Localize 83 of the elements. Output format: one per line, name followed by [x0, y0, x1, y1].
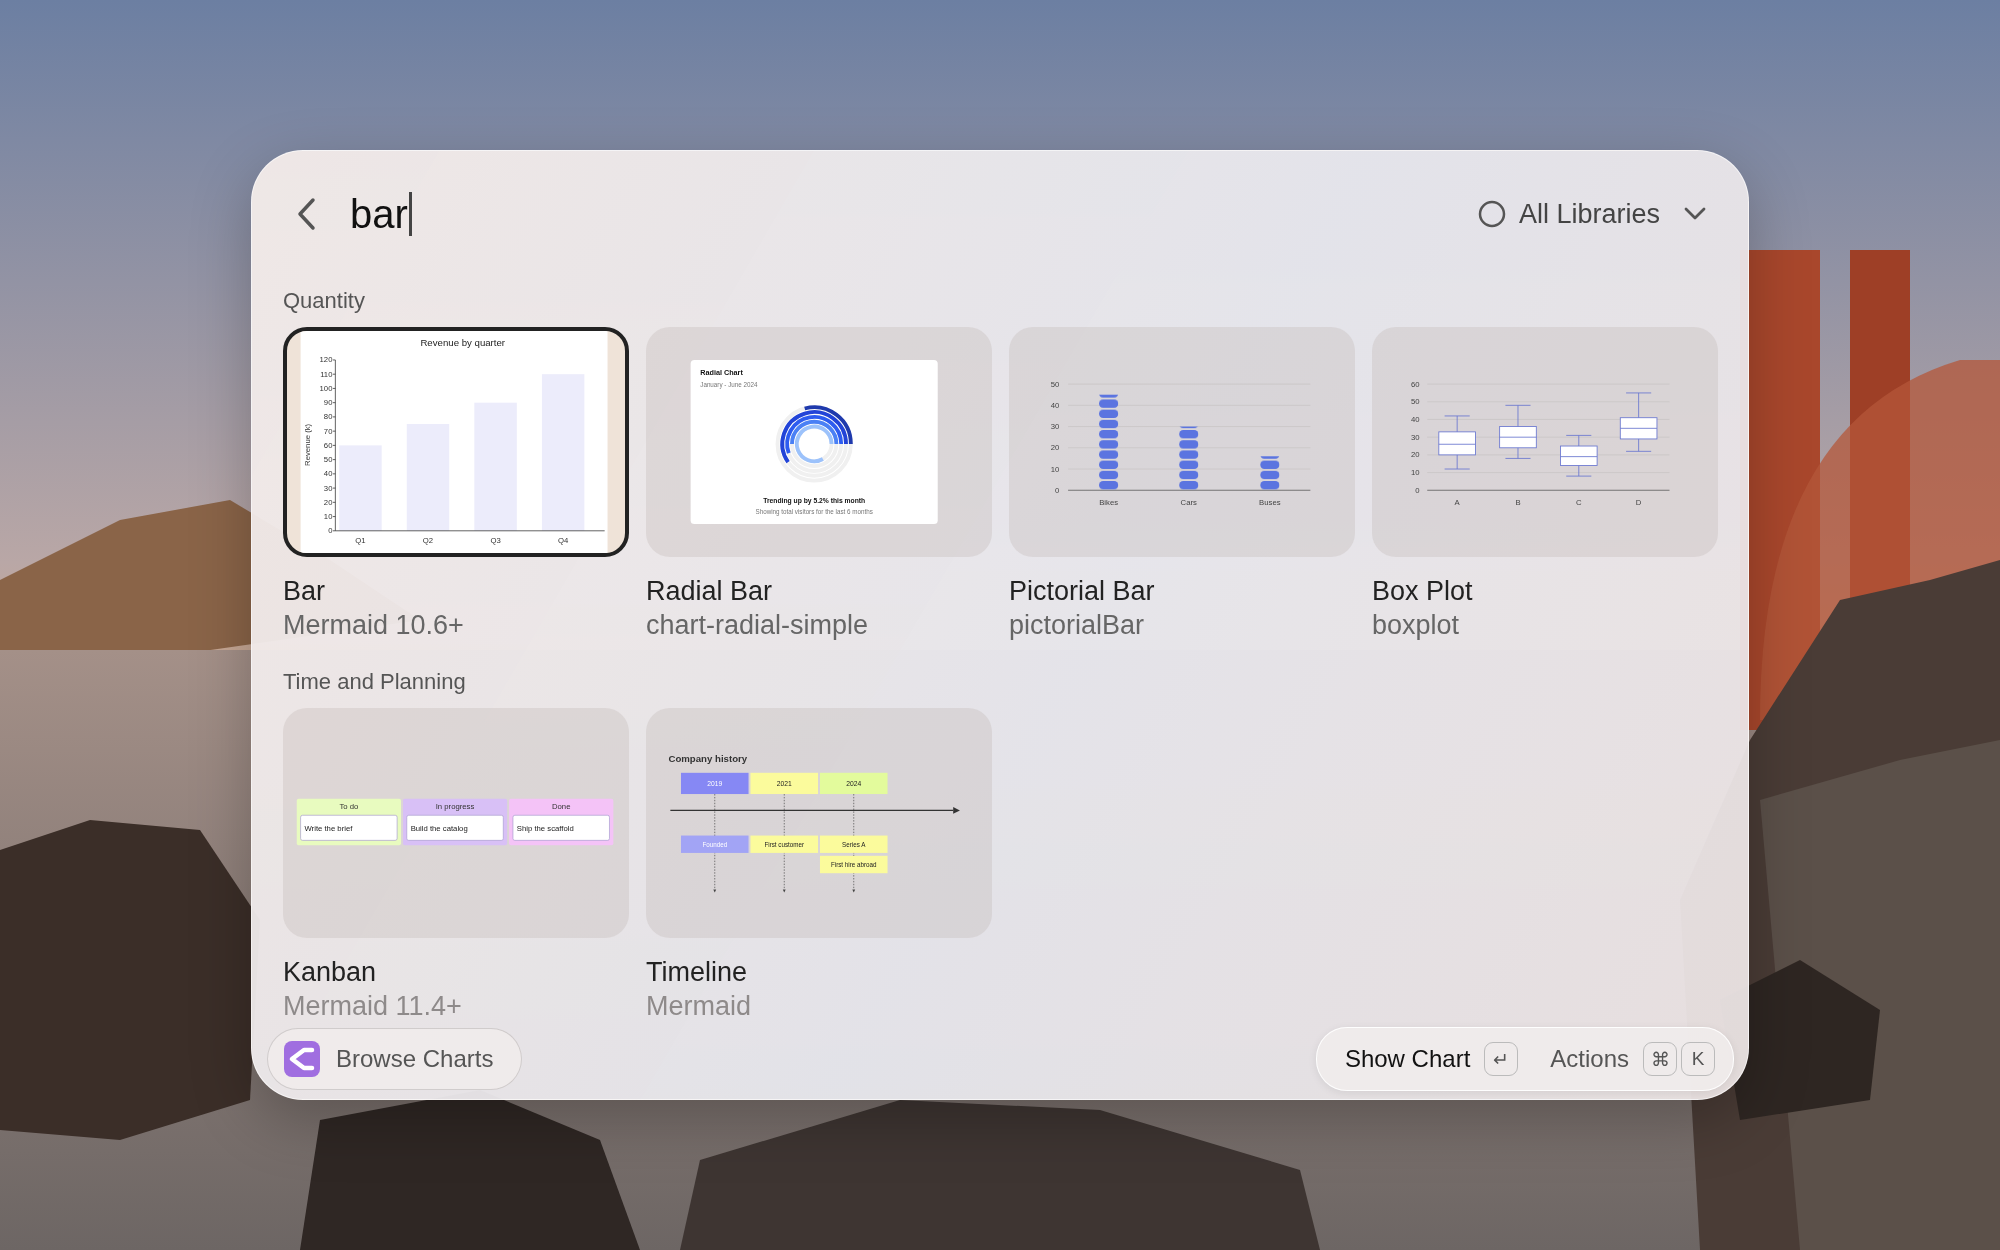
column-title: Done — [552, 802, 571, 812]
library-name: Mermaid 11.4+ — [283, 991, 463, 1021]
tick-label: Q3 — [490, 536, 501, 546]
keycap: ↵ — [1484, 1042, 1519, 1076]
tick-label: 80 — [323, 412, 333, 422]
tick-label: Q2 — [422, 536, 434, 546]
chart-name: Box Plot — [1372, 575, 1474, 608]
chart-thumbnail[interactable]: 0 10 20 30 40 50 Bikes Cars Buses — [1009, 327, 1355, 557]
tick-label: 60 — [323, 440, 333, 450]
tick-label: C — [1576, 497, 1582, 507]
tick-label: 30 — [1410, 432, 1420, 442]
library-name: boxplot — [1372, 610, 1461, 640]
tick-label: 30 — [323, 483, 333, 493]
chart-thumbnail[interactable]: 0 10 20 30 40 50 60 A B C D — [1372, 327, 1718, 557]
timeline-title: Company history — [668, 753, 748, 765]
chart-thumbnail[interactable]: Revenue by quarter Revenue (k) 0 10 20 30 40 50 60 70 80 90 100 110 120 Q1 Q2 Q3 Q4 — [283, 327, 629, 557]
tick-label: 40 — [1050, 400, 1060, 410]
tick-label: B — [1515, 497, 1521, 507]
tick-label: 50 — [323, 455, 333, 465]
tick-label: 100 — [319, 383, 333, 393]
tick-label: Cars — [1180, 497, 1197, 507]
browse-charts-button[interactable]: Browse Charts — [267, 1028, 523, 1090]
tick-label: 10 — [1050, 464, 1060, 474]
library-name: Mermaid — [646, 991, 753, 1021]
column-title: To do — [339, 802, 359, 812]
tick-label: 30 — [1050, 422, 1060, 432]
tick-label: 0 — [328, 526, 333, 536]
axis-label: Revenue (k) — [303, 423, 313, 466]
show-chart-button[interactable]: Show Chart ↵ — [1316, 1028, 1537, 1090]
box-whisker — [1499, 404, 1537, 459]
tick-label: 40 — [323, 469, 333, 479]
section-title: Time and Planning — [283, 668, 467, 696]
app-icon — [284, 1041, 320, 1077]
tick-label: Bikes — [1099, 497, 1119, 507]
chart-name: Radial Bar — [646, 575, 774, 608]
column-title: In progress — [435, 802, 475, 812]
tick-label: Q4 — [558, 536, 569, 546]
chevron-left-icon — [297, 197, 317, 231]
section-title: Quantity — [283, 287, 366, 315]
tick-label: Q1 — [355, 536, 366, 546]
tick-label: 60 — [1410, 379, 1420, 389]
tick-label: 120 — [319, 355, 333, 365]
tick-label: 40 — [1410, 415, 1420, 424]
chart-name: Timeline — [646, 956, 749, 989]
keycap: ⌘ — [1643, 1042, 1677, 1076]
tick-label: 0 — [1415, 485, 1420, 495]
library-name: Mermaid 10.6+ — [283, 610, 465, 640]
tick-label: A — [1454, 497, 1460, 507]
keycap: K — [1681, 1042, 1715, 1076]
card-text: Build the catalog — [410, 823, 468, 833]
chart-name: Pictorial Bar — [1009, 575, 1156, 608]
pictorial-bar — [1179, 426, 1199, 491]
tick-label: D — [1635, 497, 1642, 507]
tick-label: 10 — [323, 512, 333, 522]
card-text: Ship the scaffold — [516, 823, 574, 833]
circle-icon — [1476, 199, 1507, 229]
tick-label: 10 — [1410, 468, 1420, 478]
tick-label: Buses — [1259, 497, 1281, 507]
chart-name: Kanban — [283, 956, 378, 989]
search-field[interactable]: bar — [350, 186, 1477, 242]
actions-button[interactable]: Actions ⌘ K — [1536, 1028, 1733, 1090]
tick-label: 20 — [1410, 450, 1420, 460]
library-name: chart-radial-simple — [646, 610, 870, 640]
tick-label: 50 — [1050, 379, 1060, 389]
library-name: pictorialBar — [1009, 610, 1146, 640]
chart-title: Revenue by quarter — [420, 337, 506, 349]
tick-label: 90 — [323, 398, 333, 408]
tick-label: 50 — [1410, 397, 1420, 407]
tick-label: 20 — [1050, 443, 1060, 453]
box-whisker — [1619, 392, 1658, 452]
tick-label: 110 — [320, 369, 333, 379]
library-dropdown[interactable]: All Libraries — [1476, 198, 1708, 230]
card-text: Write the brief — [304, 823, 353, 833]
tick-label: 0 — [1055, 485, 1060, 495]
pictorial-bar — [1260, 456, 1280, 491]
box-whisker — [1438, 415, 1476, 470]
chevron-down-icon — [1682, 206, 1708, 222]
dropdown-label: All Libraries — [1518, 198, 1660, 230]
chart-name: Bar — [283, 575, 327, 608]
box-whisker — [1560, 434, 1598, 477]
tick-label: 70 — [323, 426, 333, 436]
chart-thumbnail[interactable]: To do Write the brief In progress Build the catalog Done Ship the scaffold — [283, 708, 629, 938]
tick-label: 20 — [323, 497, 333, 507]
